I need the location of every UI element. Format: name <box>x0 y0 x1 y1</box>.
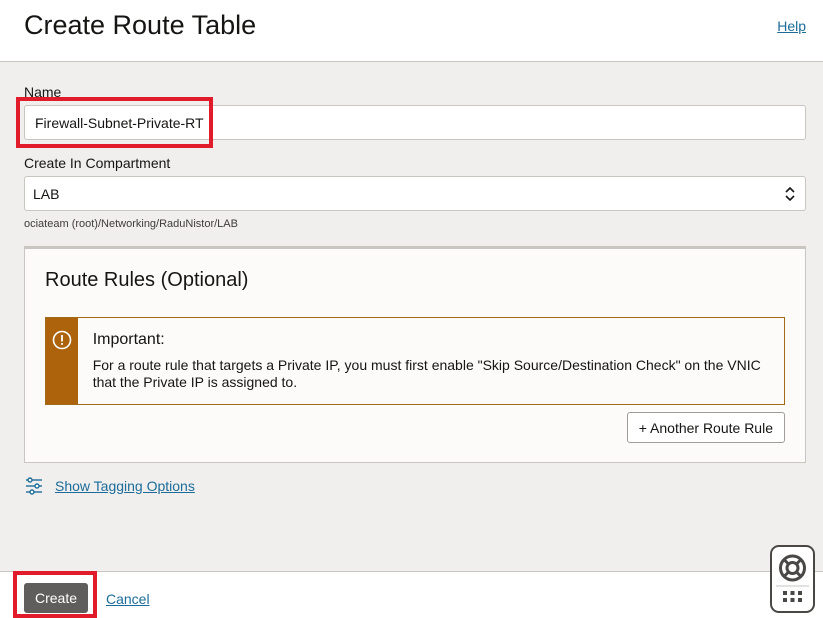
route-rules-title: Route Rules (Optional) <box>45 269 249 291</box>
add-route-rule-button[interactable]: + Another Route Rule <box>626 412 785 443</box>
compartment-selected-value: LAB <box>33 185 60 202</box>
name-label: Name <box>24 84 62 100</box>
lifebuoy-icon <box>779 554 806 582</box>
show-tagging-options-link[interactable]: Show Tagging Options <box>55 478 195 494</box>
help-link[interactable]: Help <box>777 18 806 34</box>
notice-body: Important: For a route rule that targets… <box>78 318 784 404</box>
compartment-label: Create In Compartment <box>24 155 171 171</box>
form-content: Name Create In Compartment LAB ociateam … <box>0 62 823 571</box>
page-footer: Create Cancel <box>0 571 823 618</box>
important-notice: Important: For a route rule that targets… <box>45 317 785 405</box>
notice-text: For a route rule that targets a Private … <box>92 357 761 390</box>
cancel-link[interactable]: Cancel <box>106 591 150 607</box>
grid-icon <box>783 591 802 602</box>
warning-icon <box>52 330 72 350</box>
route-rules-panel: Route Rules (Optional) Important: For a … <box>24 246 806 463</box>
help-widget-icons <box>776 554 809 602</box>
create-button[interactable]: Create <box>24 583 88 613</box>
tagging-options[interactable]: Show Tagging Options <box>24 476 195 496</box>
compartment-select[interactable]: LAB <box>24 176 806 211</box>
sliders-icon <box>26 477 42 495</box>
name-input[interactable] <box>24 105 806 140</box>
chevron-up-down-icon <box>785 186 795 201</box>
help-widget[interactable] <box>770 545 815 613</box>
page-title: Create Route Table <box>24 10 257 40</box>
compartment-path: ociateam (root)/Networking/RaduNistor/LA… <box>24 218 238 230</box>
notice-heading: Important: <box>92 331 165 348</box>
notice-icon-bar <box>46 318 78 404</box>
page-header: Create Route Table Help <box>0 0 823 62</box>
